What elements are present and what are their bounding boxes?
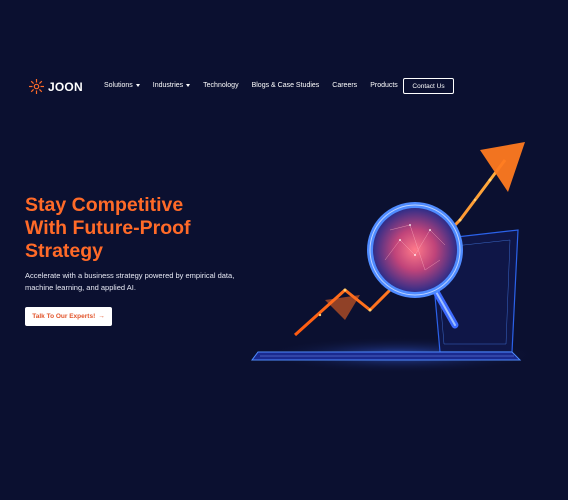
- brand-logo[interactable]: JOON: [28, 78, 83, 95]
- nav-item-label: Careers: [332, 82, 358, 89]
- talk-to-experts-button[interactable]: Talk To Our Experts! →: [25, 307, 112, 326]
- nav-item-label: Technology: [203, 82, 239, 89]
- nav-item-label: Industries: [152, 82, 184, 89]
- hero-subtitle-line: Accelerate with a business strategy powe…: [25, 271, 235, 280]
- joon-logo-icon: [29, 79, 44, 94]
- brand-name: JOON: [48, 79, 83, 94]
- nav-item-blogs[interactable]: Blogs & Case Studies: [252, 82, 320, 89]
- nav-item-industries[interactable]: Industries: [152, 82, 191, 89]
- hero-subtitle: Accelerate with a business strategy powe…: [25, 270, 265, 294]
- hero-title-line: Stay Competitive: [25, 194, 184, 216]
- hero-subtitle-line: machine learning, and applied AI.: [25, 283, 136, 292]
- hero-title-line: Strategy: [25, 240, 104, 262]
- chevron-down-icon: [135, 84, 140, 87]
- nav-item-label: Solutions: [104, 82, 133, 89]
- hero-title: Stay Competitive With Future-Proof Strat…: [25, 194, 285, 263]
- cta-label: Talk To Our Experts!: [32, 313, 96, 320]
- contact-us-button[interactable]: Contact Us: [403, 78, 454, 94]
- top-navigation: JOON Solutions Industries Technology Blo…: [28, 78, 556, 98]
- arrow-right-icon: →: [98, 313, 105, 320]
- main-menu: Solutions Industries Technology Blogs & …: [104, 82, 411, 89]
- laptop-magnifier-growth-icon: [251, 142, 540, 373]
- nav-item-careers[interactable]: Careers: [332, 82, 357, 89]
- chevron-down-icon: [186, 84, 191, 87]
- nav-item-products[interactable]: Products: [370, 82, 398, 89]
- nav-item-label: Blogs & Case Studies: [251, 82, 320, 89]
- nav-item-label: Products: [370, 82, 398, 89]
- hero-title-line: With Future-Proof: [25, 217, 191, 239]
- nav-item-solutions[interactable]: Solutions: [104, 82, 140, 89]
- nav-item-technology[interactable]: Technology: [203, 82, 238, 89]
